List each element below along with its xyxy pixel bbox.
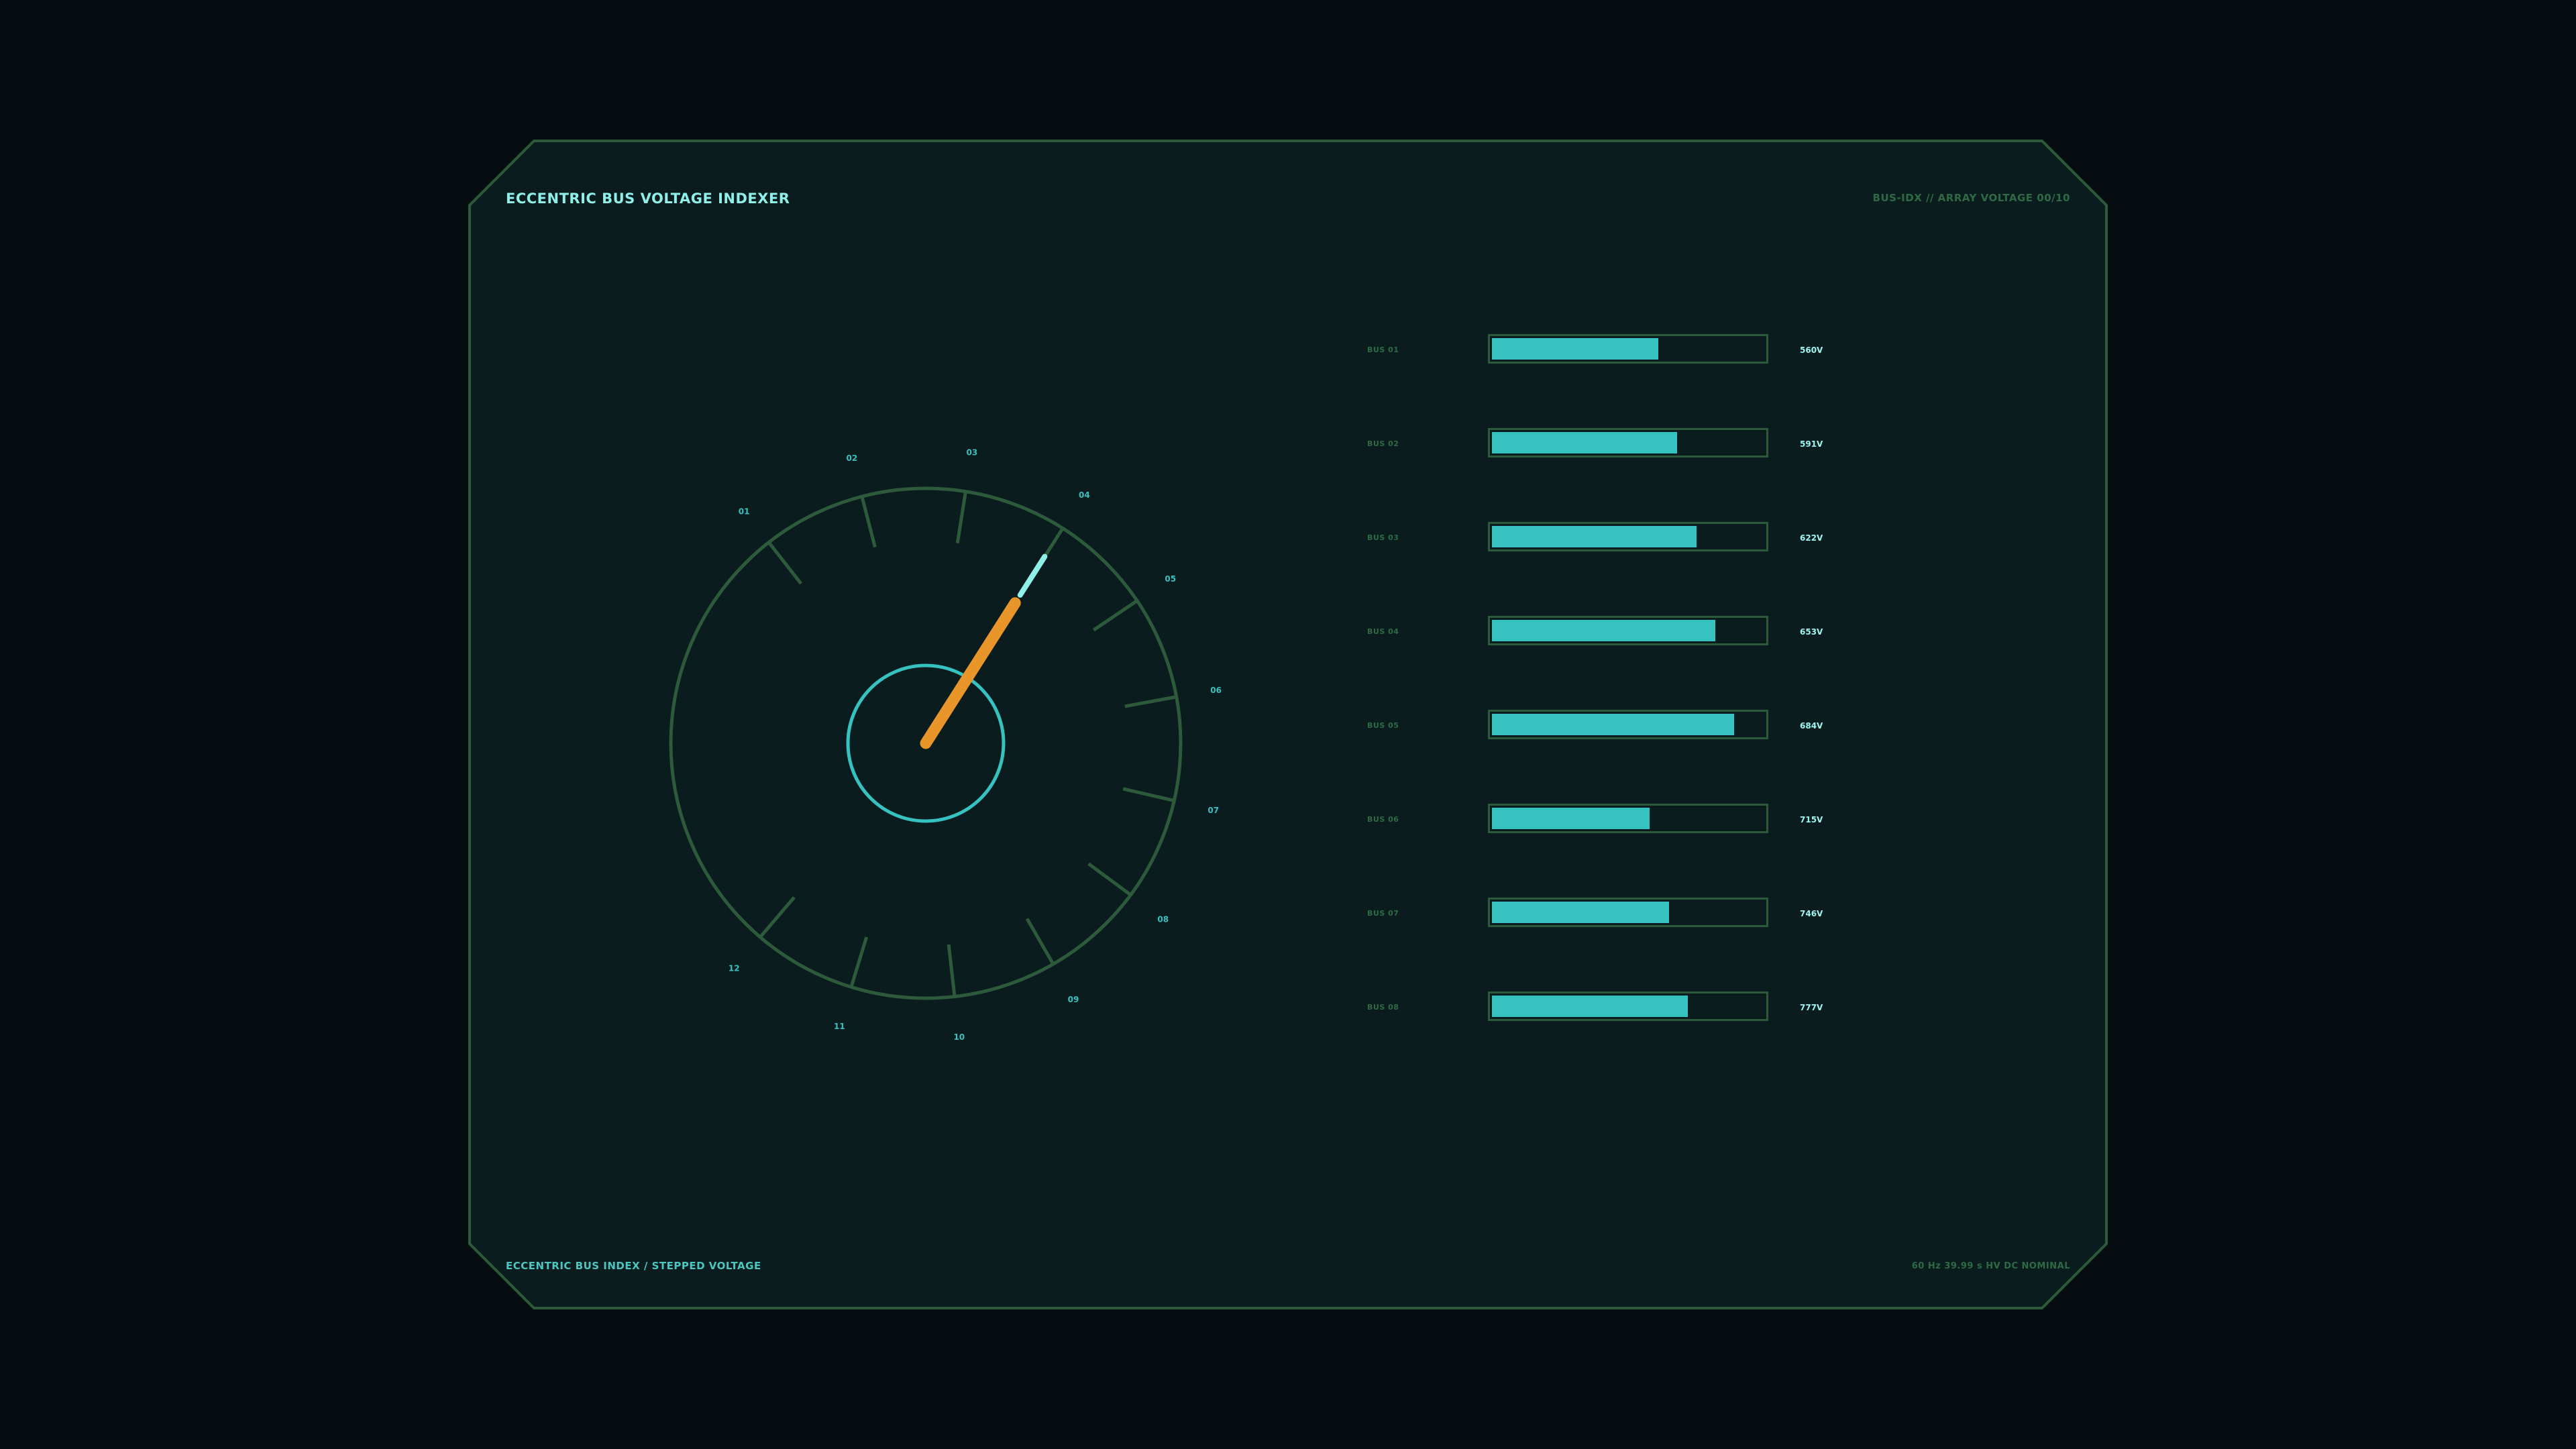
- dial-tick-label: 05: [1165, 574, 1176, 584]
- bus-level-fill: [1492, 526, 1697, 547]
- dial-tick-label: 11: [834, 1022, 845, 1031]
- bus-level-bar: [1488, 991, 1768, 1021]
- bus-level-bar: [1488, 804, 1768, 833]
- bus-voltage-value: 591V: [1800, 439, 1823, 449]
- bus-voltage-value: 684V: [1800, 721, 1823, 731]
- bus-label: BUS 02: [1367, 439, 1399, 448]
- bus-label: BUS 07: [1367, 909, 1399, 918]
- bus-level-bar: [1488, 616, 1768, 645]
- bus-label: BUS 04: [1367, 627, 1399, 636]
- dial-pointer-tip: [1017, 553, 1048, 598]
- dial-tick-label: 09: [1068, 995, 1079, 1004]
- dial-tick: [1087, 862, 1132, 897]
- dial-tick-label: 01: [739, 506, 750, 516]
- bus-level-bar: [1488, 710, 1768, 739]
- bus-row: BUS 01 560V: [1367, 334, 2038, 365]
- bus-voltage-value: 715V: [1800, 815, 1823, 824]
- footer-caption: ECCENTRIC BUS INDEX / STEPPED VOLTAGE: [506, 1260, 761, 1272]
- bus-level-bar: [1488, 334, 1768, 364]
- bus-level-fill: [1492, 714, 1734, 735]
- bus-label: BUS 01: [1367, 345, 1399, 354]
- bus-row: BUS 08 777V: [1367, 991, 2038, 1022]
- bus-level-fill: [1492, 996, 1688, 1017]
- dial-tick-label: 08: [1157, 915, 1169, 924]
- dial-tick-label: 10: [953, 1032, 965, 1042]
- bus-row: BUS 05 684V: [1367, 710, 2038, 741]
- footer-status: 60 Hz 39.99 s HV DC NOMINAL: [1911, 1261, 2070, 1271]
- dial-tick: [860, 496, 877, 548]
- dial-tick-label: 06: [1210, 686, 1222, 695]
- dial-tick-label: 04: [1079, 490, 1090, 500]
- bus-voltage-value: 560V: [1800, 345, 1823, 355]
- bus-voltage-value: 622V: [1800, 533, 1823, 543]
- bus-row: BUS 06 715V: [1367, 804, 2038, 835]
- bus-row: BUS 07 746V: [1367, 898, 2038, 928]
- dial-tick-label: 12: [729, 964, 740, 973]
- bus-label: BUS 08: [1367, 1003, 1399, 1012]
- bus-level-fill: [1492, 902, 1669, 923]
- bus-level-bar: [1488, 898, 1768, 927]
- dial-tick: [947, 944, 957, 997]
- bus-voltage-value: 653V: [1800, 627, 1823, 637]
- instrument-panel: ECCENTRIC BUS VOLTAGE INDEXER BUS-IDX //…: [468, 140, 2108, 1309]
- dial-tick-label: 07: [1208, 806, 1219, 815]
- bus-row: BUS 03 622V: [1367, 522, 2038, 553]
- bus-voltage-value: 746V: [1800, 909, 1823, 918]
- dial-tick: [767, 541, 803, 585]
- dial-tick-label: 02: [846, 453, 857, 463]
- dial-tick: [955, 491, 967, 544]
- bus-label: BUS 03: [1367, 533, 1399, 542]
- dial-tick: [759, 896, 796, 938]
- dial-tick: [1122, 787, 1175, 802]
- bus-level-bar: [1488, 428, 1768, 458]
- bus-level-fill: [1492, 620, 1715, 641]
- bus-label: BUS 05: [1367, 721, 1399, 730]
- dial-tick: [1025, 918, 1055, 965]
- bus-level-fill: [1492, 808, 1650, 829]
- bus-level-fill: [1492, 432, 1677, 453]
- bus-level-bar: [1488, 522, 1768, 551]
- bus-voltage-value: 777V: [1800, 1003, 1823, 1012]
- bus-level-fill: [1492, 338, 1658, 360]
- dial-tick: [1092, 599, 1138, 632]
- bus-row: BUS 04 653V: [1367, 616, 2038, 647]
- dial-tick-label: 03: [966, 447, 977, 457]
- dial-tick: [1124, 695, 1177, 708]
- dial-tick: [849, 936, 869, 988]
- bus-label: BUS 06: [1367, 815, 1399, 824]
- bus-row: BUS 02 591V: [1367, 428, 2038, 459]
